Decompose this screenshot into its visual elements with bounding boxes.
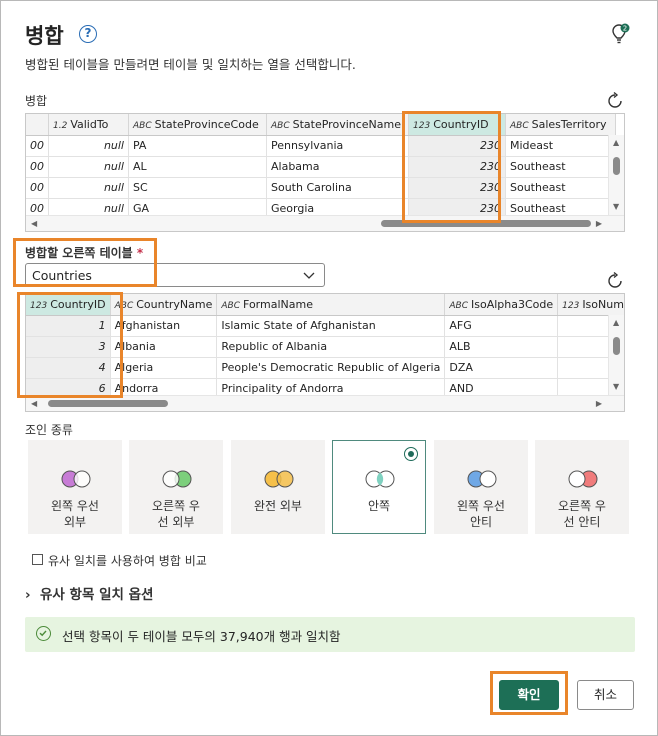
lightbulb-icon[interactable]: 2: [610, 23, 630, 45]
join-option-label: 왼쪽 우선 안티: [457, 499, 505, 529]
scroll-up-icon[interactable]: ▲: [613, 139, 619, 147]
match-status-text: 선택 항목이 두 테이블 모두의 37,940개 행과 일치함: [62, 629, 341, 644]
table-cell: null: [48, 177, 129, 199]
highlight-box: [17, 292, 123, 398]
table-cell: Mideast: [505, 135, 616, 157]
join-option-right-outer[interactable]: 오른쪽 우선 외부: [129, 440, 223, 534]
fuzzy-match-label: 유사 일치를 사용하여 병합 비교: [48, 554, 207, 568]
venn-right-circle: [479, 470, 497, 488]
column-header-stateprovincename[interactable]: ABC StateProvinceName: [266, 114, 409, 136]
fuzzy-match-checkbox[interactable]: [32, 554, 43, 565]
dialog-description: 병합된 테이블을 만들려면 테이블 및 일치하는 열을 선택합니다.: [25, 57, 356, 72]
column-header-isonum[interactable]: 123 IsoNum: [557, 294, 624, 316]
join-option-left-outer[interactable]: 왼쪽 우선 외부: [28, 440, 122, 534]
dialog-title: 병합: [25, 24, 64, 48]
join-option-full-outer[interactable]: 완전 외부: [231, 440, 325, 534]
scroll-thumb[interactable]: [48, 400, 168, 407]
highlight-box: [402, 111, 501, 223]
vertical-scrollbar[interactable]: ▲ ▼: [608, 135, 624, 215]
table-row: 00 null AL Alabama 230 Southeast: [26, 156, 616, 178]
fuzzy-options-toggle[interactable]: › 유사 항목 일치 옵션: [25, 583, 153, 603]
svg-text:2: 2: [623, 25, 627, 33]
table-cell: 00: [26, 156, 49, 178]
venn-left-outer-icon: [61, 470, 91, 488]
venn-right-circle: [73, 470, 91, 488]
scroll-thumb[interactable]: [613, 157, 620, 175]
check-circle-icon: [36, 626, 51, 641]
table-cell: Pennsylvania: [266, 135, 409, 157]
column-header-formalname[interactable]: ABC FormalName: [216, 294, 446, 316]
scroll-up-icon[interactable]: ▲: [613, 319, 619, 327]
table-cell: null: [48, 156, 129, 178]
venn-inner-icon: [365, 470, 395, 488]
help-icon[interactable]: ?: [79, 25, 97, 43]
table-cell: DZA: [444, 357, 559, 379]
table-cell: Islamic State of Afghanistan: [216, 315, 446, 337]
table-cell: SC: [128, 177, 267, 199]
chevron-right-icon: ›: [25, 587, 31, 603]
table-cell: ALB: [444, 336, 559, 358]
scroll-left-icon[interactable]: ◀: [31, 220, 37, 228]
refresh-icon[interactable]: [605, 271, 625, 291]
venn-left-circle: [162, 470, 180, 488]
selected-radio-icon: [404, 447, 418, 461]
scroll-down-icon[interactable]: ▼: [613, 203, 619, 211]
table-cell: Southeast: [505, 177, 616, 199]
refresh-icon[interactable]: [605, 91, 625, 111]
column-header-salesterritory[interactable]: ABC SalesTerritory: [505, 114, 616, 136]
column-header-isoalpha3code[interactable]: ABC IsoAlpha3Code: [444, 294, 559, 316]
scroll-thumb[interactable]: [613, 337, 620, 355]
table-cell: 00: [26, 135, 49, 157]
left-table-label: 병합: [25, 94, 48, 108]
vertical-scrollbar[interactable]: ▲ ▼: [608, 315, 624, 395]
venn-full-outer-icon: [264, 470, 294, 488]
join-option-left-anti[interactable]: 왼쪽 우선 안티: [434, 440, 528, 534]
venn-right-anti-icon: [568, 470, 598, 488]
column-header[interactable]: [26, 114, 49, 136]
join-option-label: 왼쪽 우선 외부: [51, 499, 99, 529]
venn-left-anti-icon: [467, 470, 497, 488]
venn-right-outer-icon: [162, 470, 192, 488]
join-option-inner[interactable]: 안쪽: [332, 440, 426, 534]
table-cell: null: [48, 135, 129, 157]
match-status-bar: 선택 항목이 두 테이블 모두의 37,940개 행과 일치함: [25, 617, 635, 652]
cancel-button[interactable]: 취소: [577, 680, 634, 710]
column-header-stateprovincecode[interactable]: ABC StateProvinceCode: [128, 114, 267, 136]
horizontal-scrollbar[interactable]: ◀ ▶: [26, 215, 624, 231]
left-table-preview[interactable]: 1.2 ValidTo ABC StateProvinceCode ABC State…: [25, 113, 625, 232]
join-option-right-anti[interactable]: 오른쪽 우선 안티: [535, 440, 629, 534]
venn-left-circle: [568, 470, 586, 488]
table-cell: AL: [128, 156, 267, 178]
table-cell: Alabama: [266, 156, 409, 178]
table-cell: Afghanistan: [110, 315, 218, 337]
scroll-left-icon[interactable]: ◀: [31, 400, 37, 408]
scroll-right-icon[interactable]: ▶: [596, 220, 602, 228]
chevron-down-icon: [303, 272, 315, 279]
table-row: 00 null SC South Carolina 230 Southeast: [26, 177, 616, 199]
table-cell: PA: [128, 135, 267, 157]
join-kind-label: 조인 종류: [25, 423, 73, 437]
join-option-label: 완전 외부: [254, 499, 302, 513]
highlight-box: [490, 671, 568, 715]
scroll-down-icon[interactable]: ▼: [613, 383, 619, 391]
highlight-box: [13, 238, 157, 287]
table-cell: Albania: [110, 336, 218, 358]
table-cell: Southeast: [505, 156, 616, 178]
join-option-label: 오른쪽 우선 안티: [558, 499, 606, 529]
table-cell: 00: [26, 177, 49, 199]
table-cell: South Carolina: [266, 177, 409, 199]
join-option-label: 안쪽: [367, 499, 391, 513]
table-cell: People's Democratic Republic of Algeria: [216, 357, 446, 379]
column-header-validto[interactable]: 1.2 ValidTo: [48, 114, 129, 136]
column-header-countryname[interactable]: ABC CountryName: [110, 294, 218, 316]
venn-right-circle: [276, 470, 294, 488]
join-option-label: 오른쪽 우선 외부: [152, 499, 200, 529]
table-cell: Republic of Albania: [216, 336, 446, 358]
table-cell: AFG: [444, 315, 559, 337]
scroll-right-icon[interactable]: ▶: [596, 400, 602, 408]
table-cell: Algeria: [110, 357, 218, 379]
table-row: 00 null PA Pennsylvania 230 Mideast: [26, 135, 616, 157]
